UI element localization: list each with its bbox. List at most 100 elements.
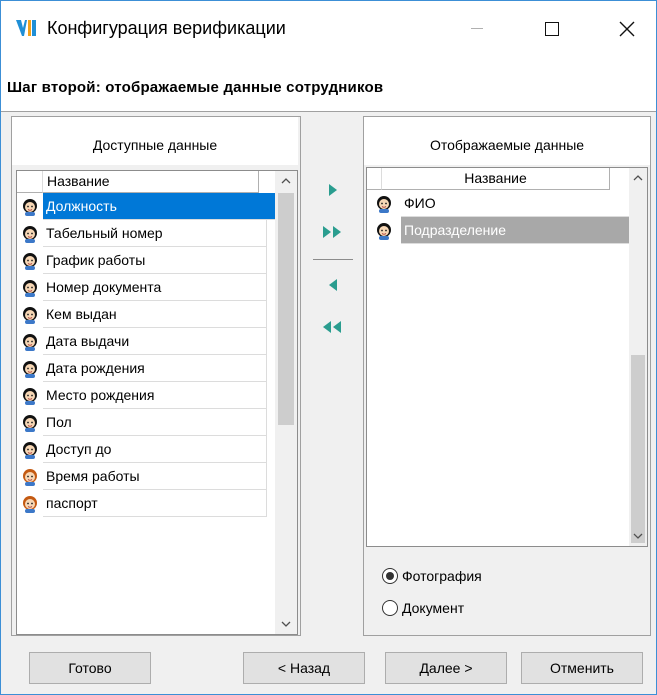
available-data-grid[interactable]: Название Должность Табельный номер График …	[16, 170, 298, 635]
row-icon-cell	[17, 436, 43, 463]
displayed-data-grid[interactable]: Название ФИО Подразделение	[366, 167, 648, 547]
remove-one-button[interactable]	[319, 271, 347, 299]
person-dark-icon	[23, 441, 37, 459]
maximize-button[interactable]	[526, 1, 578, 56]
row-label: Время работы	[43, 463, 267, 490]
header-gutter	[367, 168, 382, 190]
header-gutter	[17, 171, 43, 193]
maximize-icon	[545, 21, 559, 36]
row-label: Кем выдан	[43, 301, 267, 328]
person-orange-icon	[23, 468, 37, 486]
list-item[interactable]: Кем выдан	[17, 301, 285, 328]
next-button[interactable]: Далее >	[385, 652, 507, 684]
displayed-rows: ФИО Подразделение	[367, 190, 631, 244]
double-arrow-right-icon	[323, 226, 341, 238]
row-icon-cell	[17, 193, 43, 220]
person-dark-icon	[23, 306, 37, 324]
row-icon-cell	[17, 301, 43, 328]
row-label: Табельный номер	[43, 220, 267, 247]
list-item[interactable]: Пол	[17, 409, 285, 436]
close-button[interactable]	[601, 1, 653, 56]
row-icon-cell	[367, 190, 401, 217]
row-icon-cell	[17, 463, 43, 490]
available-data-panel: Доступные данные Название Должность Табел…	[11, 116, 301, 636]
row-label: Должность	[43, 193, 285, 220]
list-item[interactable]: Место рождения	[17, 382, 285, 409]
arrow-left-icon	[329, 279, 337, 291]
row-label: паспорт	[43, 490, 267, 517]
list-item[interactable]: паспорт	[17, 490, 285, 517]
minimize-button[interactable]	[451, 1, 503, 56]
person-dark-icon	[23, 252, 37, 270]
list-item[interactable]: Дата выдачи	[17, 328, 285, 355]
radio-document-label: Документ	[402, 600, 465, 616]
displayed-scrollbar[interactable]	[629, 168, 647, 546]
grid-header: Название	[367, 168, 610, 190]
displayed-data-header: Отображаемые данные	[364, 117, 650, 165]
remove-all-button[interactable]	[319, 313, 347, 341]
column-header-name[interactable]: Название	[43, 171, 259, 193]
list-item[interactable]: Время работы	[17, 463, 285, 490]
person-dark-icon	[23, 333, 37, 351]
row-label: Номер документа	[43, 274, 267, 301]
cancel-button[interactable]: Отменить	[521, 652, 643, 684]
title-bar: Конфигурация верификации	[1, 1, 656, 56]
row-icon-cell	[17, 382, 43, 409]
scroll-down-icon[interactable]	[629, 526, 647, 546]
arrow-right-icon	[329, 184, 337, 196]
row-label: Дата выдачи	[43, 328, 267, 355]
list-item[interactable]: Дата рождения	[17, 355, 285, 382]
row-icon-cell	[367, 217, 401, 244]
person-dark-icon	[23, 225, 37, 243]
window-title: Конфигурация верификации	[47, 18, 286, 38]
row-label: Пол	[43, 409, 267, 436]
row-icon-cell	[17, 490, 43, 517]
list-item[interactable]: ФИО	[367, 190, 631, 217]
row-icon-cell	[17, 247, 43, 274]
list-item[interactable]: Должность	[17, 193, 285, 220]
list-item[interactable]: График работы	[17, 247, 285, 274]
radio-photo-circle[interactable]	[382, 568, 398, 584]
row-icon-cell	[17, 274, 43, 301]
available-scrollbar[interactable]	[275, 171, 297, 634]
done-button[interactable]: Готово	[29, 652, 151, 684]
scroll-down-icon[interactable]	[275, 614, 297, 634]
radio-document[interactable]: Документ	[382, 600, 464, 616]
radio-photo-label: Фотография	[402, 568, 482, 584]
list-item[interactable]: Табельный номер	[17, 220, 285, 247]
scroll-up-icon[interactable]	[275, 171, 297, 191]
list-item[interactable]: Номер документа	[17, 274, 285, 301]
close-icon	[619, 21, 635, 36]
scroll-up-icon[interactable]	[629, 168, 647, 188]
column-header-name[interactable]: Название	[382, 168, 610, 190]
displayed-data-panel: Отображаемые данные Название ФИО Подразде…	[363, 116, 651, 636]
add-all-button[interactable]	[319, 218, 347, 246]
back-button[interactable]: < Назад	[243, 652, 365, 684]
row-label: Доступ до	[43, 436, 267, 463]
row-label: Место рождения	[43, 382, 267, 409]
list-item[interactable]: Подразделение	[367, 217, 631, 244]
row-icon-cell	[17, 220, 43, 247]
radio-photo[interactable]: Фотография	[382, 568, 482, 584]
available-rows: Должность Табельный номер График работы Ном…	[17, 193, 285, 517]
person-dark-icon	[23, 387, 37, 405]
person-dark-icon	[23, 360, 37, 378]
row-label: Подразделение	[401, 217, 631, 244]
scroll-thumb[interactable]	[278, 193, 294, 425]
row-label: График работы	[43, 247, 267, 274]
available-data-header: Доступные данные	[12, 117, 298, 165]
add-one-button[interactable]	[319, 176, 347, 204]
transfer-separator	[313, 259, 353, 260]
scroll-thumb[interactable]	[631, 355, 645, 543]
person-dark-icon	[23, 198, 37, 216]
list-item[interactable]: Доступ до	[17, 436, 285, 463]
person-dark-icon	[377, 195, 391, 213]
row-icon-cell	[17, 328, 43, 355]
radio-document-circle[interactable]	[382, 600, 398, 616]
verification-config-window: Конфигурация верификации Шаг второй: ото…	[0, 0, 657, 695]
person-dark-icon	[23, 279, 37, 297]
person-orange-icon	[23, 495, 37, 513]
radio-selected-dot	[386, 572, 394, 580]
person-dark-icon	[377, 222, 391, 240]
minimize-icon	[471, 28, 483, 29]
